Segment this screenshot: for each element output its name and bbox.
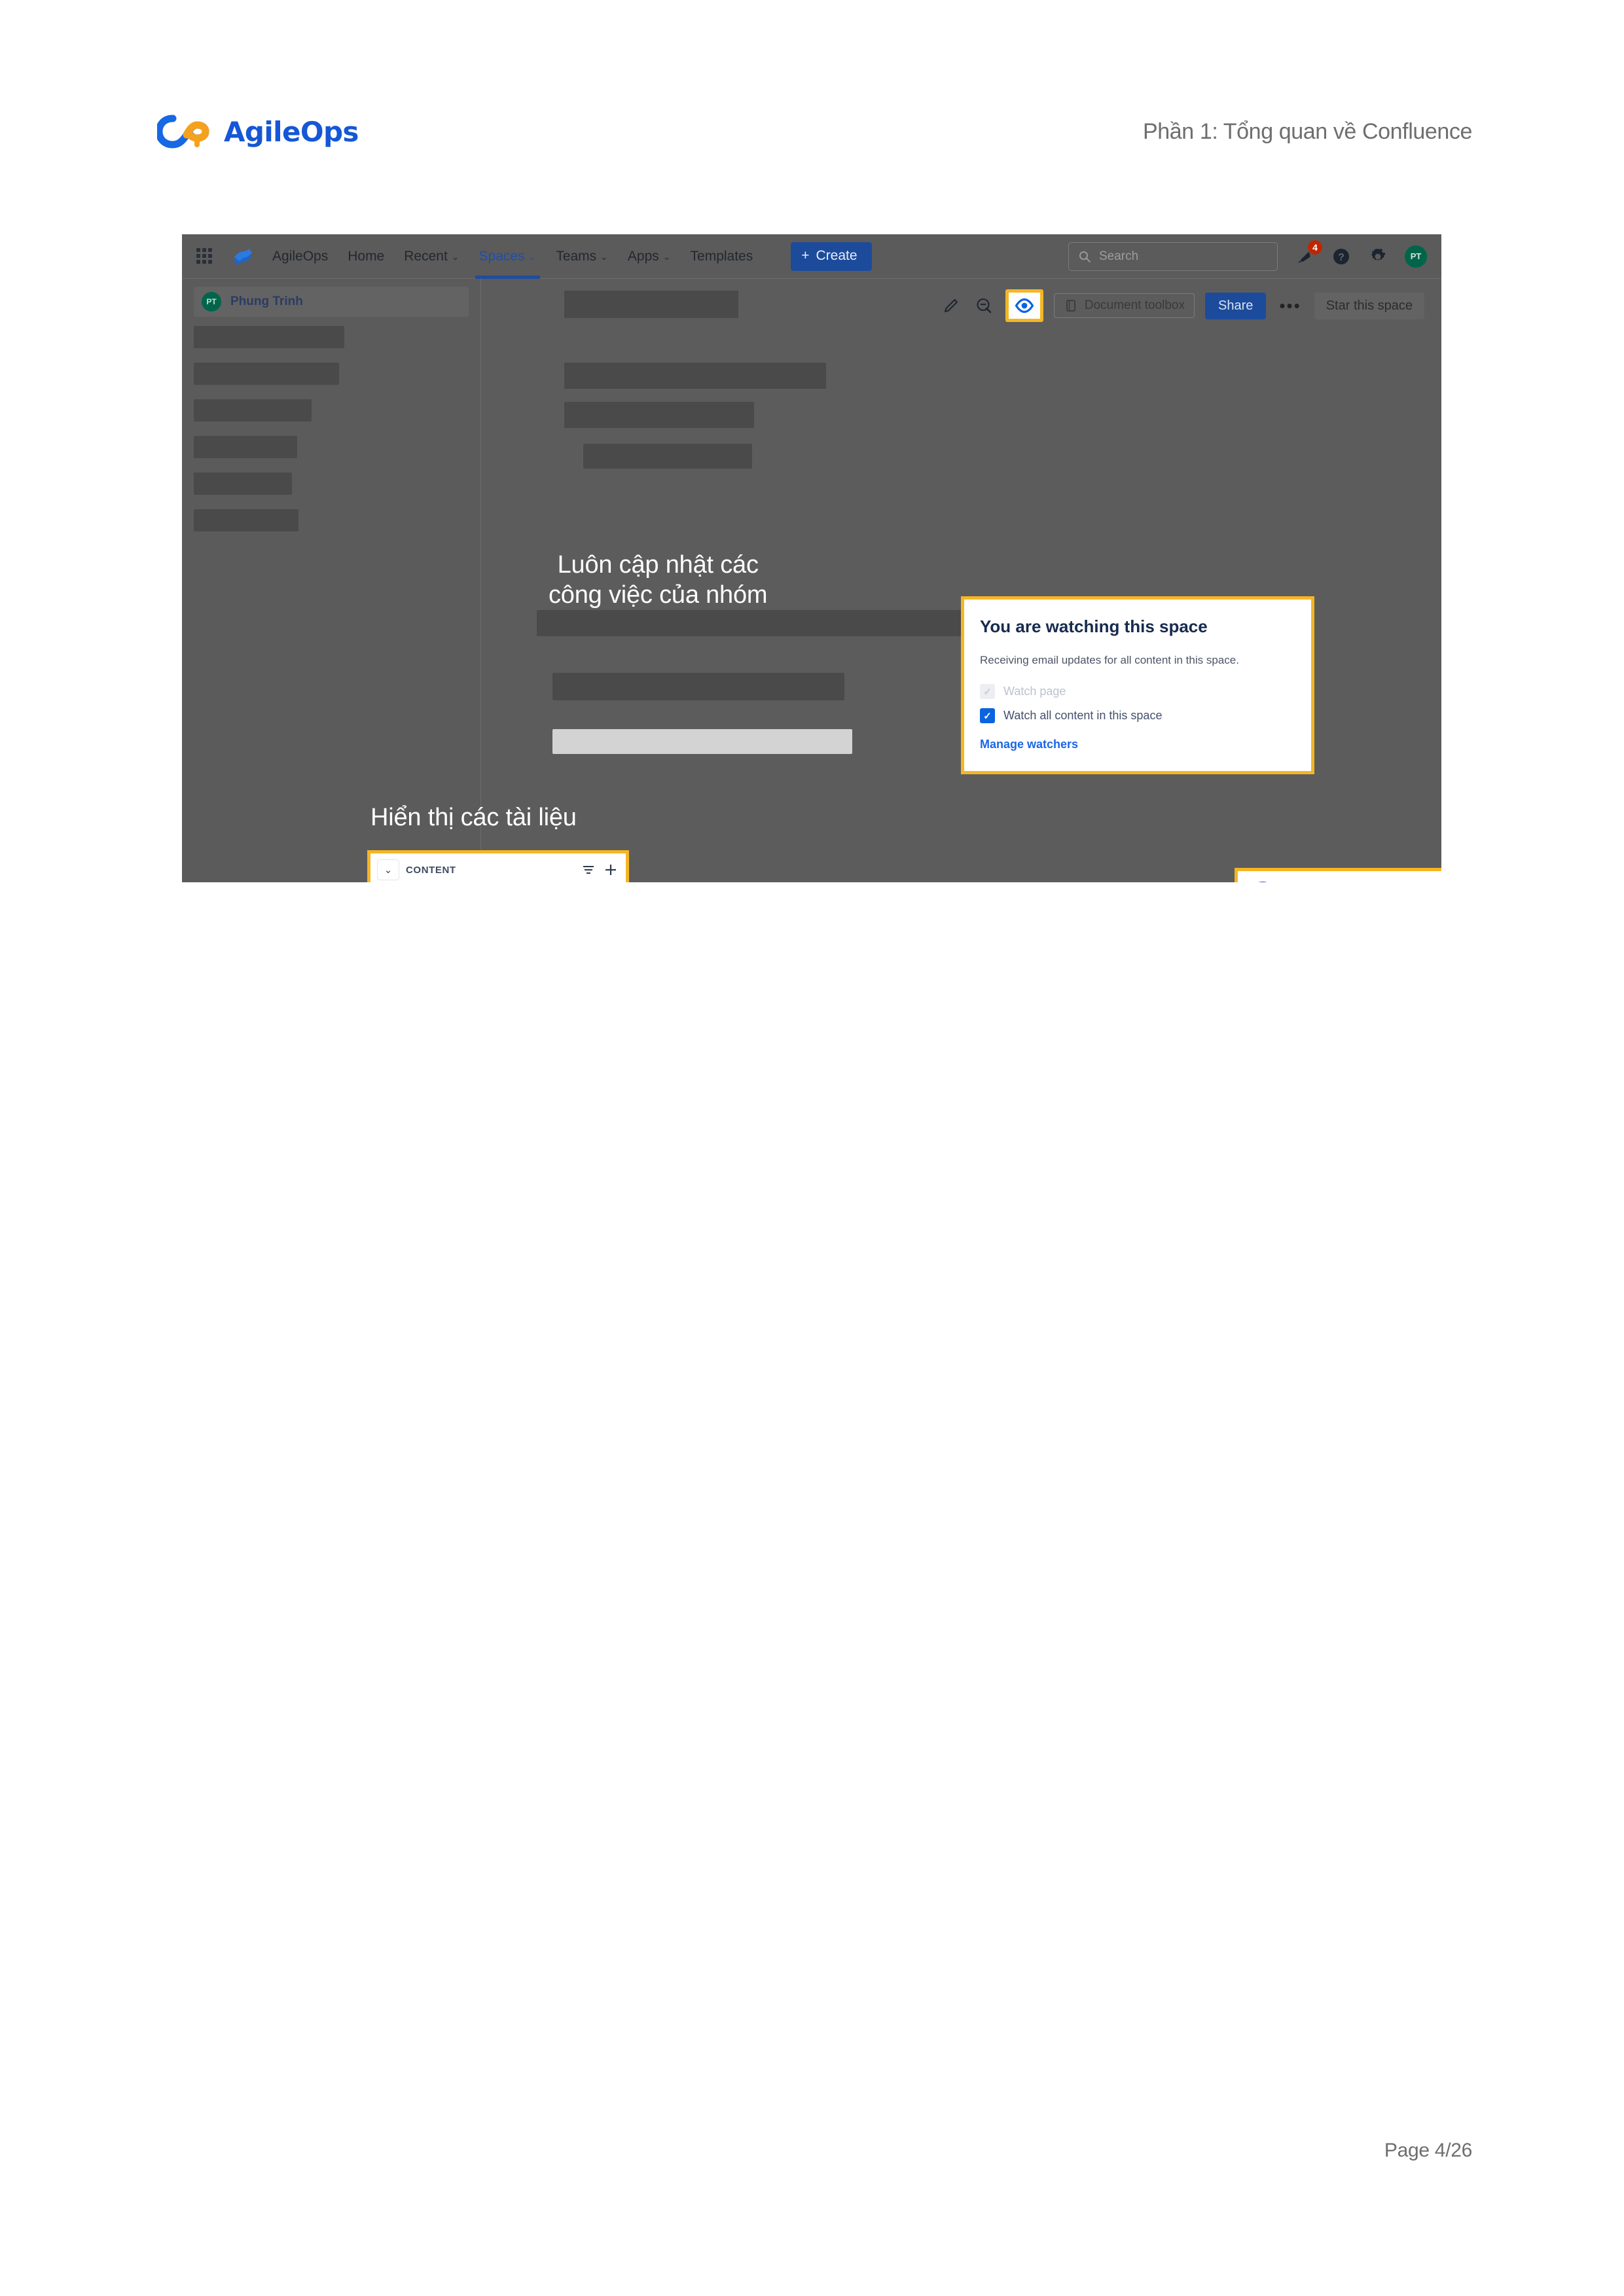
- skeleton-bar: [194, 509, 298, 531]
- nav-item-label: Teams: [556, 248, 597, 264]
- nav-item-label: Apps: [627, 248, 659, 264]
- skeleton-bar-light: [552, 729, 852, 754]
- create-button-label: Create: [816, 247, 857, 263]
- nav-item-label: Spaces: [478, 248, 525, 264]
- nav-item-home[interactable]: Home: [346, 234, 386, 279]
- nav-item-agileops[interactable]: AgileOps: [271, 234, 329, 279]
- skeleton-bar: [564, 363, 826, 389]
- comment-icon: [977, 298, 992, 314]
- page-number: Page 4/26: [1384, 2140, 1472, 2161]
- gear-icon: [1371, 248, 1386, 260]
- nav-item-recent[interactable]: Recent ⌄: [403, 234, 460, 279]
- avatar[interactable]: PT: [1405, 245, 1427, 268]
- help-icon: ?: [1333, 248, 1349, 264]
- manage-watchers-link[interactable]: Manage watchers: [980, 738, 1295, 751]
- apps-grid-icon[interactable]: [196, 247, 213, 265]
- skeleton-bar: [194, 473, 292, 495]
- skeleton-bar: [194, 326, 344, 348]
- watch-page-option[interactable]: ✓ Watch page: [980, 684, 1295, 699]
- plus-icon: +: [801, 247, 810, 263]
- watch-popup-title: You are watching this space: [980, 617, 1208, 636]
- edit-button[interactable]: [940, 295, 962, 317]
- brand-name: AgileOps: [224, 115, 359, 148]
- page-header: AgileOps Phần 1: Tổng quan về Confluence: [0, 0, 1624, 196]
- document-toolbox-button[interactable]: Document toolbox: [1053, 293, 1195, 318]
- nav-item-label: Recent: [404, 248, 448, 264]
- document-toolbox-label: Document toolbox: [1084, 298, 1185, 312]
- watch-eye-icon: [1015, 298, 1034, 314]
- space-name: Phung Trinh: [230, 295, 303, 308]
- watch-button-highlighted[interactable]: [1005, 289, 1043, 322]
- confluence-logo-icon[interactable]: [232, 247, 254, 266]
- content-panel-header: ⌄ CONTENT: [377, 859, 618, 880]
- settings-button[interactable]: [1368, 247, 1388, 266]
- content-panel-title: CONTENT: [406, 864, 456, 876]
- share-button[interactable]: Share: [1205, 292, 1267, 319]
- filter-icon[interactable]: [581, 863, 596, 877]
- watch-all-content-option[interactable]: ✓ Watch all content in this space: [980, 708, 1295, 723]
- space-avatar: PT: [202, 292, 221, 312]
- nav-item-label: Templates: [690, 248, 753, 264]
- annotation-stay-updated: Luôn cập nhật các công việc của nhóm: [549, 551, 768, 609]
- comment-button[interactable]: [973, 295, 995, 317]
- skeleton-bar: [564, 402, 754, 428]
- annotation-show-documents: Hiển thị các tài liệu: [370, 804, 577, 831]
- checkbox-checked-icon: ✓: [980, 708, 995, 723]
- toolbox-icon: [1066, 300, 1075, 312]
- brand-logo: AgileOps: [157, 115, 359, 149]
- header-section-title: Phần 1: Tổng quan về Confluence: [1142, 119, 1472, 144]
- watch-space-popup: You are watching this space Receiving em…: [961, 596, 1314, 774]
- help-button[interactable]: ?: [1331, 247, 1351, 266]
- chevron-down-icon: ⌄: [528, 251, 537, 262]
- search-placeholder: Search: [1099, 249, 1139, 263]
- pencil-icon: [944, 298, 958, 313]
- app-topnav: AgileOps Home Recent ⌄ Spaces ⌄ Teams ⌄ …: [182, 234, 1441, 279]
- watch-page-label: Watch page: [1003, 685, 1066, 698]
- chevron-down-icon[interactable]: ⌄: [377, 859, 399, 880]
- skeleton-bar: [583, 444, 752, 469]
- skeleton-bar: [194, 363, 339, 385]
- nav-item-spaces[interactable]: Spaces ⌄: [475, 234, 541, 279]
- content-tree-panel: ⌄ CONTENT • › •: [367, 850, 629, 882]
- space-sidebar: PT Phung Trinh: [182, 279, 481, 882]
- topnav-right-group: Search 4 ? PT: [1068, 240, 1427, 271]
- nav-item-label: Home: [348, 248, 385, 264]
- skeleton-bar: [552, 673, 844, 700]
- agileops-infinity-icon: [157, 115, 209, 149]
- search-input[interactable]: Search: [1068, 242, 1278, 271]
- nav-item-templates[interactable]: Templates: [689, 234, 755, 279]
- checkbox-checked-disabled-icon: ✓: [980, 684, 995, 699]
- skeleton-bar: [194, 399, 312, 422]
- skeleton-bar: [564, 291, 738, 318]
- sidebar-space-header[interactable]: PT Phung Trinh: [194, 287, 469, 317]
- page-action-toolbar: Document toolbox Share ••• Star this spa…: [940, 289, 1424, 322]
- more-actions-button[interactable]: •••: [1276, 297, 1303, 314]
- topnav-left-group: AgileOps Home Recent ⌄ Spaces ⌄ Teams ⌄ …: [196, 234, 872, 279]
- confluence-screenshot: AgileOps Home Recent ⌄ Spaces ⌄ Teams ⌄ …: [182, 234, 1441, 882]
- nav-item-label: AgileOps: [272, 248, 329, 264]
- create-button[interactable]: + Create: [791, 242, 872, 271]
- nav-item-apps[interactable]: Apps ⌄: [626, 234, 672, 279]
- plus-icon[interactable]: [604, 863, 618, 877]
- watch-popup-description: Receiving email updates for all content …: [980, 654, 1239, 666]
- sidebar-skeleton-list: [194, 326, 469, 531]
- notifications-button[interactable]: 4: [1295, 240, 1322, 266]
- search-icon: [1079, 251, 1091, 262]
- watch-all-content-label: Watch all content in this space: [1003, 709, 1163, 722]
- content-panel-actions: [581, 863, 618, 877]
- skeleton-bar: [194, 436, 297, 458]
- inline-comment-card: Alana just a moment ago @Harvey Have we …: [1235, 868, 1441, 882]
- notification-badge: 4: [1308, 240, 1322, 255]
- chevron-down-icon: ⌄: [662, 251, 671, 262]
- chevron-down-icon: ⌄: [600, 251, 608, 262]
- svg-text:?: ?: [1338, 252, 1344, 263]
- star-this-space-button[interactable]: Star this space: [1314, 292, 1424, 319]
- nav-item-teams[interactable]: Teams ⌄: [554, 234, 609, 279]
- chevron-down-icon: ⌄: [451, 251, 460, 262]
